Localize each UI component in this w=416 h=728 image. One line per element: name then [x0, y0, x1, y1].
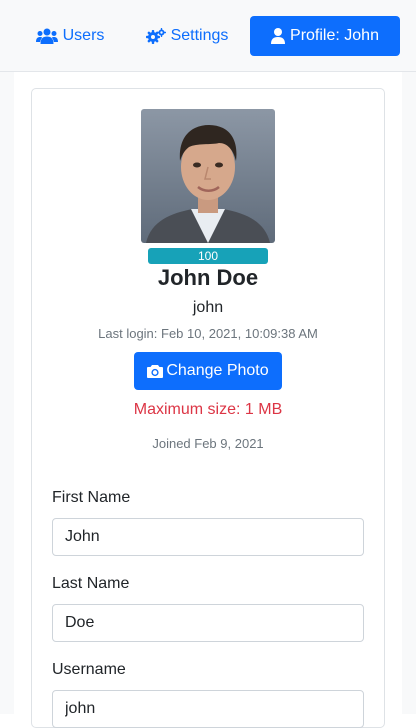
change-photo-label: Change Photo: [166, 362, 269, 379]
max-size-note: Maximum size: 1 MB: [133, 401, 283, 418]
profile-full-name: John Doe: [157, 265, 259, 290]
page-gutter-left: [0, 72, 14, 714]
username-input[interactable]: [52, 690, 364, 728]
nav-settings-label: Settings: [170, 27, 229, 44]
camera-icon: [147, 365, 164, 378]
users-icon: [35, 28, 58, 44]
user-icon: [271, 28, 286, 44]
page-gutter-right: [402, 72, 416, 714]
nav-settings-button[interactable]: Settings: [134, 16, 240, 56]
nav-users-button[interactable]: Users: [26, 16, 114, 56]
nav-profile-button[interactable]: Profile: John: [250, 16, 400, 56]
first-name-label: First Name: [52, 489, 131, 506]
last-name-input[interactable]: [52, 604, 364, 642]
nav-profile-label: Profile: John: [290, 27, 379, 44]
last-name-label: Last Name: [52, 575, 130, 592]
first-name-input[interactable]: [52, 518, 364, 556]
nav-users-label: Users: [62, 27, 105, 44]
cogs-icon: [145, 28, 166, 44]
last-login-text: Last login: Feb 10, 2021, 10:09:38 AM: [98, 326, 318, 341]
top-navigation: Users Settings Profile: John: [0, 0, 416, 72]
change-photo-button[interactable]: Change Photo: [134, 352, 282, 390]
profile-username: john: [192, 299, 224, 316]
username-label: Username: [52, 661, 126, 678]
joined-date: Joined Feb 9, 2021: [152, 436, 264, 451]
avatar[interactable]: [141, 109, 275, 243]
score-badge: 100: [148, 248, 268, 264]
